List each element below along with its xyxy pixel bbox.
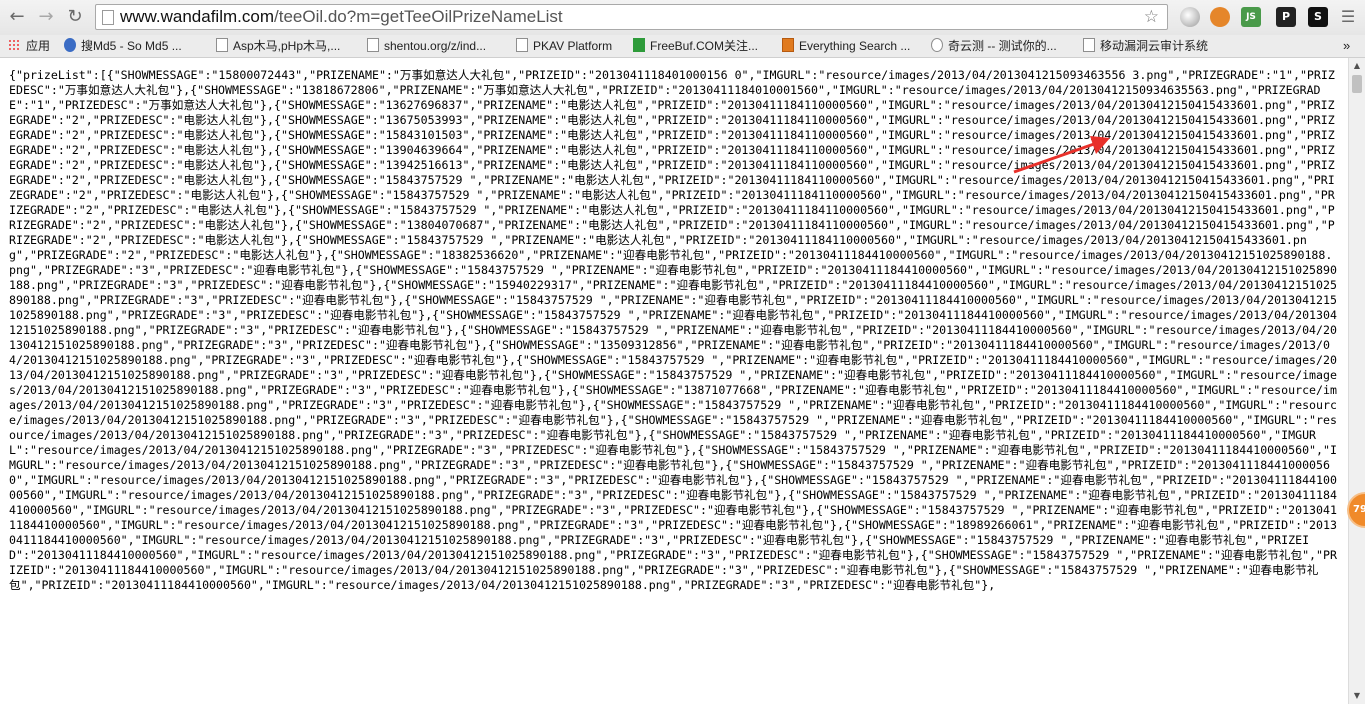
bookmark-label: Everything Search ... [799, 39, 911, 53]
bookmark-pkav[interactable]: PKAV Platform [516, 37, 612, 55]
page-icon [216, 38, 228, 52]
globe-extension-icon[interactable] [1180, 7, 1200, 27]
address-bar[interactable]: www.wandafilm.com/teeOil.do?m=getTeeOilP… [95, 4, 1168, 30]
bookmark-label: 移动漏洞云审计系统 [1100, 39, 1209, 53]
page-content: {"prizeList":[{"SHOWMESSAGE":"1580007244… [0, 58, 1348, 704]
s-extension-icon[interactable]: S [1308, 7, 1328, 27]
scroll-down-icon[interactable]: ▼ [1349, 688, 1365, 704]
reload-icon: ↻ [67, 6, 83, 27]
qiyunce-icon [931, 38, 943, 52]
s-extension-label: S [1314, 10, 1322, 23]
js-extension-label: JS [1246, 12, 1256, 22]
url-text[interactable]: www.wandafilm.com/teeOil.do?m=getTeeOilP… [120, 7, 563, 27]
bookmark-label: shentou.org/z/ind... [384, 39, 487, 53]
bookmarks-bar: 应用 搜Md5 - So Md5 ... Asp木马,pHp木马,... she… [0, 35, 1365, 58]
bookmark-label: Asp木马,pHp木马,... [233, 39, 341, 53]
md5-icon [64, 38, 76, 52]
bookmark-apps[interactable]: 应用 [8, 37, 50, 55]
js-extension-icon[interactable]: JS [1241, 7, 1261, 27]
bookmark-label: PKAV Platform [533, 39, 613, 53]
vertical-scrollbar[interactable]: ▲ ▼ [1348, 58, 1365, 704]
bookmark-mobile-audit[interactable]: 移动漏洞云审计系统 [1083, 37, 1208, 55]
page-icon [516, 38, 528, 52]
forward-button[interactable]: → [35, 6, 57, 28]
monkey-extension-icon[interactable] [1210, 7, 1230, 27]
back-button[interactable]: ← [6, 6, 28, 28]
apps-icon [8, 39, 20, 51]
badge-value: 79 [1353, 504, 1365, 515]
bookmark-label: 奇云测 -- 测试你的... [948, 39, 1057, 53]
p-extension-label: P [1281, 10, 1291, 23]
url-host: www.wandafilm.com [120, 7, 274, 26]
scrollbar-thumb[interactable] [1352, 75, 1362, 93]
arrow-right-icon: → [38, 6, 54, 27]
red-arrow-annotation [1013, 136, 1110, 174]
freebuf-icon [633, 38, 645, 52]
json-response-text: {"prizeList":[{"SHOWMESSAGE":"1580007244… [9, 68, 1337, 592]
reload-button[interactable]: ↻ [64, 6, 86, 28]
bookmark-qiyunce[interactable]: 奇云测 -- 测试你的... [931, 37, 1057, 55]
url-path: /teeOil.do?m=getTeeOilPrizeNameList [274, 7, 563, 26]
bookmark-label: 搜Md5 - So Md5 ... [81, 39, 182, 53]
chevron-double-right-icon: » [1343, 38, 1351, 53]
bookmark-shentou[interactable]: shentou.org/z/ind... [367, 37, 486, 55]
bookmark-label: 应用 [26, 39, 51, 53]
star-icon[interactable]: ☆ [1144, 7, 1159, 27]
page-icon [1083, 38, 1095, 52]
scroll-up-icon[interactable]: ▲ [1349, 58, 1365, 74]
bookmark-freebuf[interactable]: FreeBuf.COM关注... [633, 37, 758, 55]
bookmarks-overflow-button[interactable]: » [1343, 37, 1350, 55]
everything-icon [782, 38, 794, 52]
bookmark-everything[interactable]: Everything Search ... [782, 37, 910, 55]
menu-button[interactable]: ☰ [1337, 6, 1359, 28]
browser-toolbar: ← → ↻ www.wandafilm.com/teeOil.do?m=getT… [0, 0, 1365, 36]
arrow-left-icon: ← [9, 6, 25, 27]
bookmark-asp-php[interactable]: Asp木马,pHp木马,... [216, 37, 340, 55]
page-icon [102, 10, 114, 25]
page-icon [367, 38, 379, 52]
p-extension-icon[interactable]: P [1276, 7, 1296, 27]
bookmark-label: FreeBuf.COM关注... [650, 39, 759, 53]
menu-icon: ☰ [1340, 7, 1356, 26]
bookmark-somd5[interactable]: 搜Md5 - So Md5 ... [64, 37, 182, 55]
